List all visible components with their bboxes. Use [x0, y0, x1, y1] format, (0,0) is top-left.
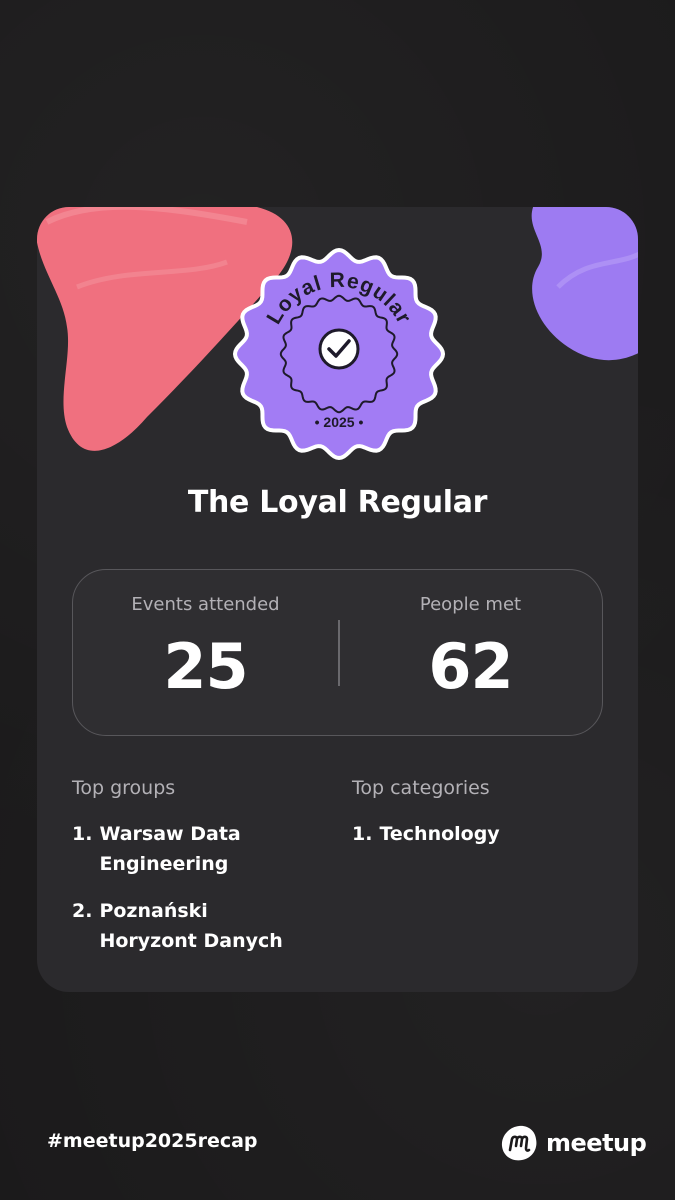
- meetup-logo-icon: [501, 1125, 537, 1161]
- top-groups-heading: Top groups: [72, 777, 176, 799]
- loyal-regular-badge: Loyal Regular • 2025 •: [232, 247, 446, 461]
- category-name: Technology: [379, 823, 500, 845]
- stats-panel: Events attended 25 People met 62: [72, 569, 603, 736]
- persona-title: The Loyal Regular: [187, 485, 488, 520]
- group-name: Warsaw Data Engineering: [99, 819, 240, 879]
- top-category-item: 1. Technology: [352, 819, 500, 849]
- meetup-brand: meetup: [500, 1124, 647, 1162]
- recap-hashtag: #meetup2025recap: [47, 1130, 258, 1152]
- stat-events-attended: Events attended 25: [73, 570, 338, 735]
- group-name-line: Horyzont Danych: [99, 930, 283, 952]
- badge-year: • 2025 •: [315, 414, 364, 430]
- stat-people-met: People met 62: [338, 570, 603, 735]
- recap-card: Loyal Regular • 2025 • The Loyal Regular…: [37, 207, 638, 992]
- group-name-line: Warsaw Data: [99, 823, 241, 845]
- check-circle-icon: [318, 328, 360, 370]
- decorative-purple-blob: [531, 207, 638, 361]
- stat-label: Events attended: [131, 594, 280, 615]
- list-number: 1.: [72, 823, 93, 845]
- top-group-item: 2. Poznański Horyzont Danych: [72, 896, 283, 956]
- group-name: Poznański Horyzont Danych: [99, 896, 282, 956]
- group-name-line: Engineering: [99, 853, 229, 875]
- stat-value: 25: [163, 630, 248, 703]
- top-group-item: 1. Warsaw Data Engineering: [72, 819, 241, 879]
- stat-label: People met: [419, 594, 522, 615]
- list-number: 2.: [72, 900, 93, 922]
- stat-value: 62: [428, 630, 513, 703]
- brand-wordmark: meetup: [546, 1129, 647, 1157]
- top-categories-heading: Top categories: [352, 777, 490, 799]
- list-number: 1.: [352, 823, 373, 845]
- group-name-line: Poznański: [99, 900, 208, 922]
